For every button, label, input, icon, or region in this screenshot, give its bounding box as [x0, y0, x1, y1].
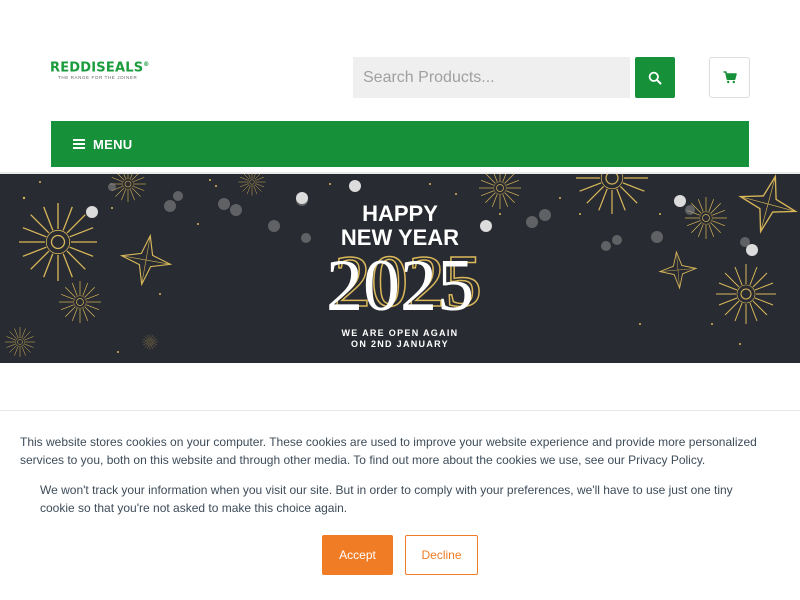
- banner-year: 2025: [326, 245, 474, 327]
- search-input[interactable]: [353, 57, 630, 98]
- banner-message: HAPPY NEW YEAR 2025 2025 WE ARE OPEN AGA…: [0, 174, 800, 363]
- menu-toggle[interactable]: MENU: [51, 121, 749, 167]
- banner-open-line1: WE ARE OPEN AGAIN: [341, 328, 459, 338]
- logo-tagline: THE RANGE FOR THE JOINER: [58, 75, 138, 81]
- cookie-notice-text: This website stores cookies on your comp…: [20, 435, 757, 467]
- banner-open-line2: ON 2ND JANUARY: [351, 339, 449, 349]
- new-year-banner[interactable]: HAPPY NEW YEAR 2025 2025 WE ARE OPEN AGA…: [0, 174, 800, 363]
- search-icon: [648, 71, 662, 84]
- logo-wordmark: REDDISEALS®: [50, 60, 150, 76]
- site-logo[interactable]: REDDISEALS® THE RANGE FOR THE JOINER: [50, 58, 160, 82]
- accept-button[interactable]: Accept: [322, 535, 393, 575]
- hamburger-icon: [73, 139, 85, 149]
- cookie-preference-text: We won't track your information when you…: [40, 483, 733, 515]
- decline-button[interactable]: Decline: [405, 535, 478, 575]
- cart-button[interactable]: [709, 57, 750, 98]
- menu-label: MENU: [93, 136, 133, 152]
- search-button[interactable]: [635, 57, 675, 98]
- cookie-consent-banner: This website stores cookies on your comp…: [0, 410, 800, 600]
- cart-icon: [723, 71, 737, 84]
- banner-happy: HAPPY: [362, 201, 438, 226]
